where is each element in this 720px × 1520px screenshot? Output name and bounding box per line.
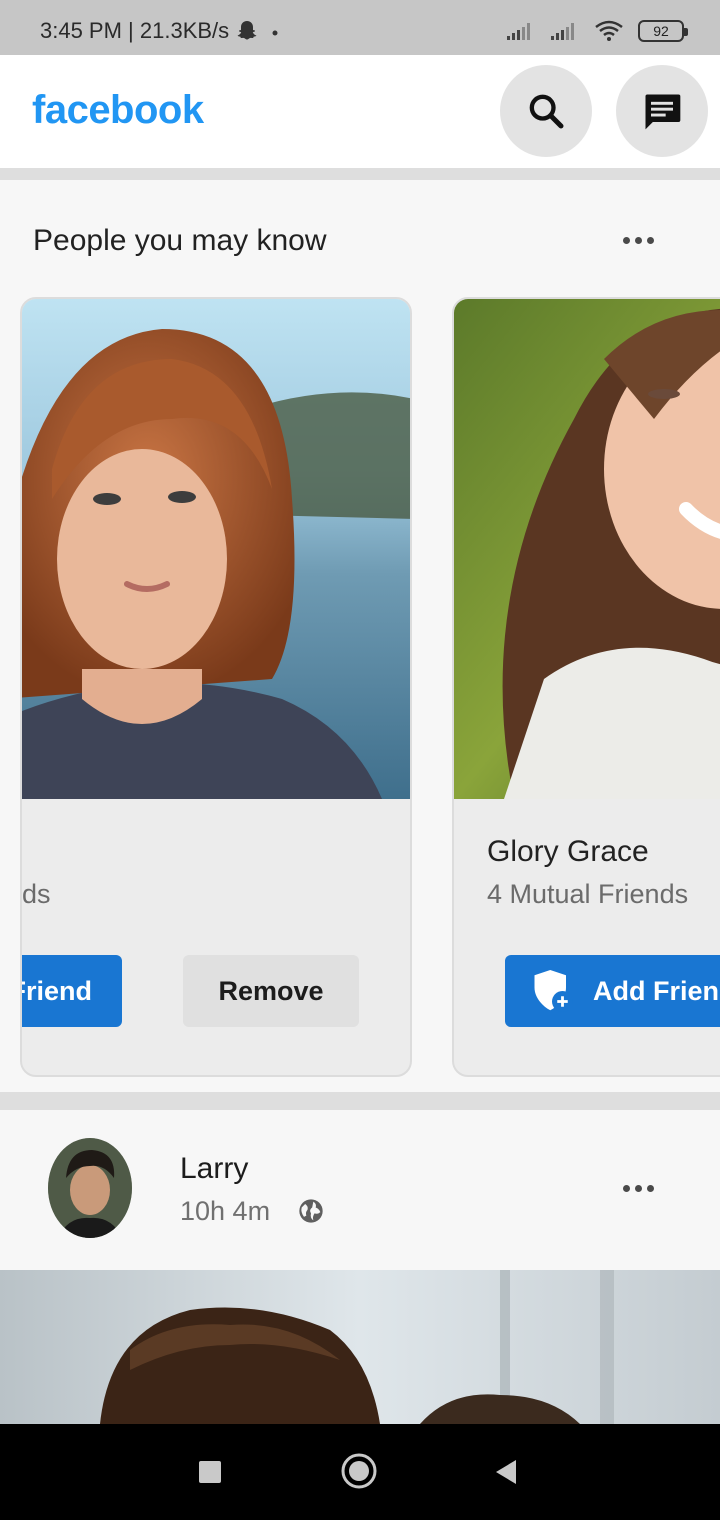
avatar-image	[48, 1138, 132, 1238]
facebook-logo[interactable]: facebook	[32, 88, 204, 133]
more-options-icon[interactable]	[623, 237, 654, 244]
messenger-button[interactable]	[616, 65, 708, 157]
profile-photo-image	[22, 299, 410, 799]
friend-suggestion-card[interactable]: Glory Grace 4 Mutual Friends Add Friend	[452, 297, 720, 1077]
people-you-may-know-section: People you may know ds riend Remove Glor…	[0, 180, 720, 1090]
recents-square-icon[interactable]	[198, 1460, 222, 1484]
globe-icon	[299, 1199, 323, 1223]
status-right: 92	[506, 20, 688, 42]
snapchat-ghost-icon	[237, 21, 257, 40]
profile-photo[interactable]	[22, 299, 410, 799]
post-header: Larry 10h 4m	[0, 1110, 720, 1270]
post-timestamp: 10h 4m	[180, 1196, 271, 1226]
home-circle-icon[interactable]	[340, 1452, 378, 1490]
friend-suggestion-card[interactable]: ends l Friend Remove	[20, 297, 412, 1077]
status-left: 3:45 PM | 21.3KB/s	[40, 18, 285, 44]
status-time: 3:45 PM | 21.3KB/s	[40, 18, 230, 43]
add-friend-label: l Friend	[22, 975, 92, 1006]
signal-icon	[507, 23, 530, 40]
remove-label: Remove	[218, 975, 324, 1006]
app-bar: facebook	[0, 55, 720, 168]
remove-button[interactable]: Remove	[183, 955, 359, 1027]
dot-icon	[272, 30, 278, 36]
search-icon	[529, 94, 564, 129]
add-friend-button[interactable]: l Friend	[22, 955, 122, 1027]
add-friend-button[interactable]: Add Friend	[505, 955, 720, 1027]
profile-photo[interactable]	[454, 299, 720, 799]
wifi-icon	[595, 20, 623, 41]
post-author-name[interactable]: Larry	[180, 1152, 248, 1186]
section-title: People you may know	[33, 224, 327, 257]
signal-icon	[551, 23, 574, 40]
add-friend-shield-icon	[534, 970, 573, 1012]
system-nav-bar	[0, 1424, 720, 1520]
status-bar: 3:45 PM | 21.3KB/s 92	[0, 0, 720, 55]
section-divider	[0, 168, 720, 180]
avatar[interactable]	[48, 1138, 132, 1238]
section-divider	[0, 1092, 720, 1110]
post-image-content	[0, 1270, 720, 1424]
post-image[interactable]	[0, 1270, 720, 1424]
suggested-person-name[interactable]: Glory Grace	[487, 835, 649, 869]
mutual-friends-text: 4 Mutual Friends	[487, 879, 689, 909]
search-button[interactable]	[500, 65, 592, 157]
battery-icon: 92	[638, 20, 688, 42]
add-friend-label: Add Friend	[593, 975, 720, 1006]
post-more-options-icon[interactable]	[623, 1185, 654, 1192]
message-icon	[645, 94, 681, 130]
profile-photo-image	[454, 299, 720, 799]
back-triangle-icon[interactable]	[494, 1458, 518, 1486]
mutual-friends-text: ends	[22, 879, 51, 909]
